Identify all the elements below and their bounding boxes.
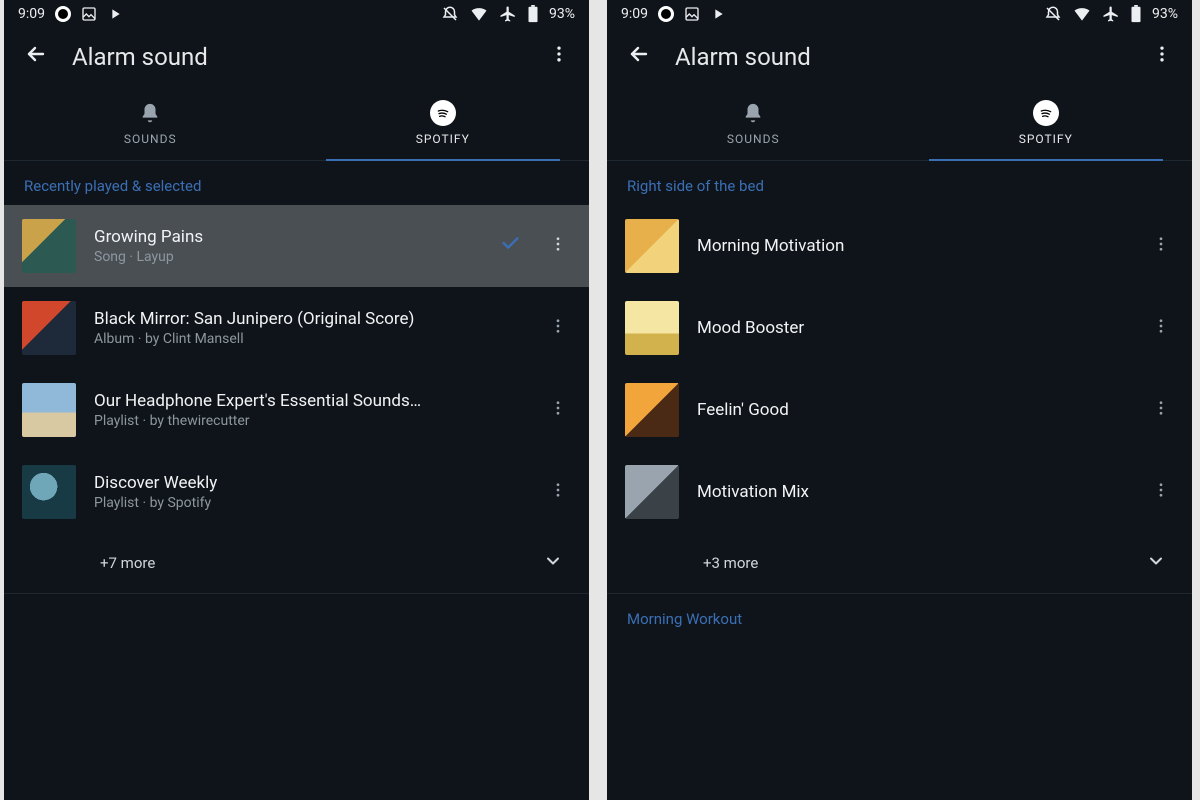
track-title: Black Mirror: San Junipero (Original Sco… bbox=[94, 309, 527, 329]
dnd-icon bbox=[441, 5, 459, 23]
list-item[interactable]: Mood Booster bbox=[607, 287, 1192, 369]
image-status-icon bbox=[81, 6, 97, 22]
album-art bbox=[22, 465, 76, 519]
item-overflow[interactable] bbox=[1148, 235, 1174, 258]
more-label: +3 more bbox=[703, 554, 758, 572]
track-title: Motivation Mix bbox=[697, 482, 1130, 502]
bell-icon bbox=[742, 100, 764, 126]
track-subtitle: Song · Layup bbox=[94, 249, 475, 265]
spotify-status-icon bbox=[658, 6, 674, 22]
track-title: Our Headphone Expert's Essential Sounds… bbox=[94, 391, 527, 411]
tab-spotify[interactable]: SPOTIFY bbox=[297, 90, 590, 160]
track-subtitle: Playlist · by Spotify bbox=[94, 495, 527, 511]
item-overflow[interactable] bbox=[545, 481, 571, 504]
wifi-icon bbox=[469, 4, 489, 24]
image-status-icon bbox=[684, 6, 700, 22]
list-item[interactable]: Growing Pains Song · Layup bbox=[4, 205, 589, 287]
track-title: Morning Motivation bbox=[697, 236, 1130, 256]
tab-spotify[interactable]: SPOTIFY bbox=[900, 90, 1193, 160]
more-row[interactable]: +7 more bbox=[4, 533, 589, 593]
divider bbox=[4, 593, 589, 594]
track-title: Discover Weekly bbox=[94, 473, 527, 493]
spotify-icon bbox=[430, 100, 456, 126]
album-art bbox=[625, 383, 679, 437]
status-bar: 9:09 bbox=[4, 0, 589, 28]
album-art bbox=[625, 301, 679, 355]
list-item[interactable]: Discover Weekly Playlist · by Spotify bbox=[4, 451, 589, 533]
tab-sounds-label: SOUNDS bbox=[124, 132, 177, 146]
tab-sounds-label: SOUNDS bbox=[727, 132, 780, 146]
item-overflow[interactable] bbox=[545, 317, 571, 340]
app-bar: Alarm sound bbox=[4, 28, 589, 90]
airplane-icon bbox=[499, 5, 517, 23]
list-item[interactable]: Feelin' Good bbox=[607, 369, 1192, 451]
spotify-status-icon bbox=[55, 6, 71, 22]
track-subtitle: Album · by Clint Mansell bbox=[94, 331, 527, 347]
section-header-right: Right side of the bed bbox=[607, 161, 1192, 205]
airplane-icon bbox=[1102, 5, 1120, 23]
chevron-down-icon bbox=[1146, 551, 1166, 575]
tab-sounds[interactable]: SOUNDS bbox=[4, 90, 297, 160]
dnd-icon bbox=[1044, 5, 1062, 23]
more-label: +7 more bbox=[100, 554, 155, 572]
item-overflow[interactable] bbox=[1148, 399, 1174, 422]
page-title: Alarm sound bbox=[675, 43, 1128, 71]
status-bar: 9:09 bbox=[607, 0, 1192, 28]
bell-icon bbox=[139, 100, 161, 126]
tabs: SOUNDS SPOTIFY bbox=[607, 90, 1192, 161]
more-row[interactable]: +3 more bbox=[607, 533, 1192, 593]
track-subtitle: Playlist · by thewirecutter bbox=[94, 413, 527, 429]
phone-left: 9:09 bbox=[4, 0, 589, 800]
battery-percent: 93% bbox=[1152, 6, 1178, 22]
item-overflow[interactable] bbox=[1148, 317, 1174, 340]
status-time: 9:09 bbox=[18, 6, 45, 22]
back-button[interactable] bbox=[627, 42, 651, 72]
overflow-menu[interactable] bbox=[549, 44, 569, 70]
section-header-next: Morning Workout bbox=[607, 594, 1192, 634]
chevron-down-icon bbox=[543, 551, 563, 575]
section-header-recent: Recently played & selected bbox=[4, 161, 589, 205]
tab-spotify-label: SPOTIFY bbox=[1019, 132, 1073, 146]
list-item[interactable]: Black Mirror: San Junipero (Original Sco… bbox=[4, 287, 589, 369]
list-item[interactable]: Our Headphone Expert's Essential Sounds…… bbox=[4, 369, 589, 451]
overflow-menu[interactable] bbox=[1152, 44, 1172, 70]
play-status-icon bbox=[710, 6, 726, 22]
playlist-list: Morning Motivation Mood Booster Feelin' bbox=[607, 205, 1192, 634]
list-item[interactable]: Morning Motivation bbox=[607, 205, 1192, 287]
check-icon bbox=[493, 232, 527, 260]
tab-sounds[interactable]: SOUNDS bbox=[607, 90, 900, 160]
album-art bbox=[625, 465, 679, 519]
item-overflow[interactable] bbox=[545, 399, 571, 422]
album-art bbox=[22, 219, 76, 273]
list-item[interactable]: Motivation Mix bbox=[607, 451, 1192, 533]
track-title: Feelin' Good bbox=[697, 400, 1130, 420]
battery-icon bbox=[527, 5, 539, 23]
album-art bbox=[22, 301, 76, 355]
wifi-icon bbox=[1072, 4, 1092, 24]
phone-right: 9:09 bbox=[607, 0, 1192, 800]
album-art bbox=[625, 219, 679, 273]
item-overflow[interactable] bbox=[1148, 481, 1174, 504]
spotify-icon bbox=[1033, 100, 1059, 126]
track-list: Growing Pains Song · Layup Black Mirror:… bbox=[4, 205, 589, 594]
page-title: Alarm sound bbox=[72, 43, 525, 71]
battery-percent: 93% bbox=[549, 6, 575, 22]
back-button[interactable] bbox=[24, 42, 48, 72]
app-bar: Alarm sound bbox=[607, 28, 1192, 90]
item-overflow[interactable] bbox=[545, 235, 571, 258]
tabs: SOUNDS SPOTIFY bbox=[4, 90, 589, 161]
track-title: Growing Pains bbox=[94, 227, 475, 247]
battery-icon bbox=[1130, 5, 1142, 23]
status-time: 9:09 bbox=[621, 6, 648, 22]
album-art bbox=[22, 383, 76, 437]
track-title: Mood Booster bbox=[697, 318, 1130, 338]
play-status-icon bbox=[107, 6, 123, 22]
tab-spotify-label: SPOTIFY bbox=[416, 132, 470, 146]
